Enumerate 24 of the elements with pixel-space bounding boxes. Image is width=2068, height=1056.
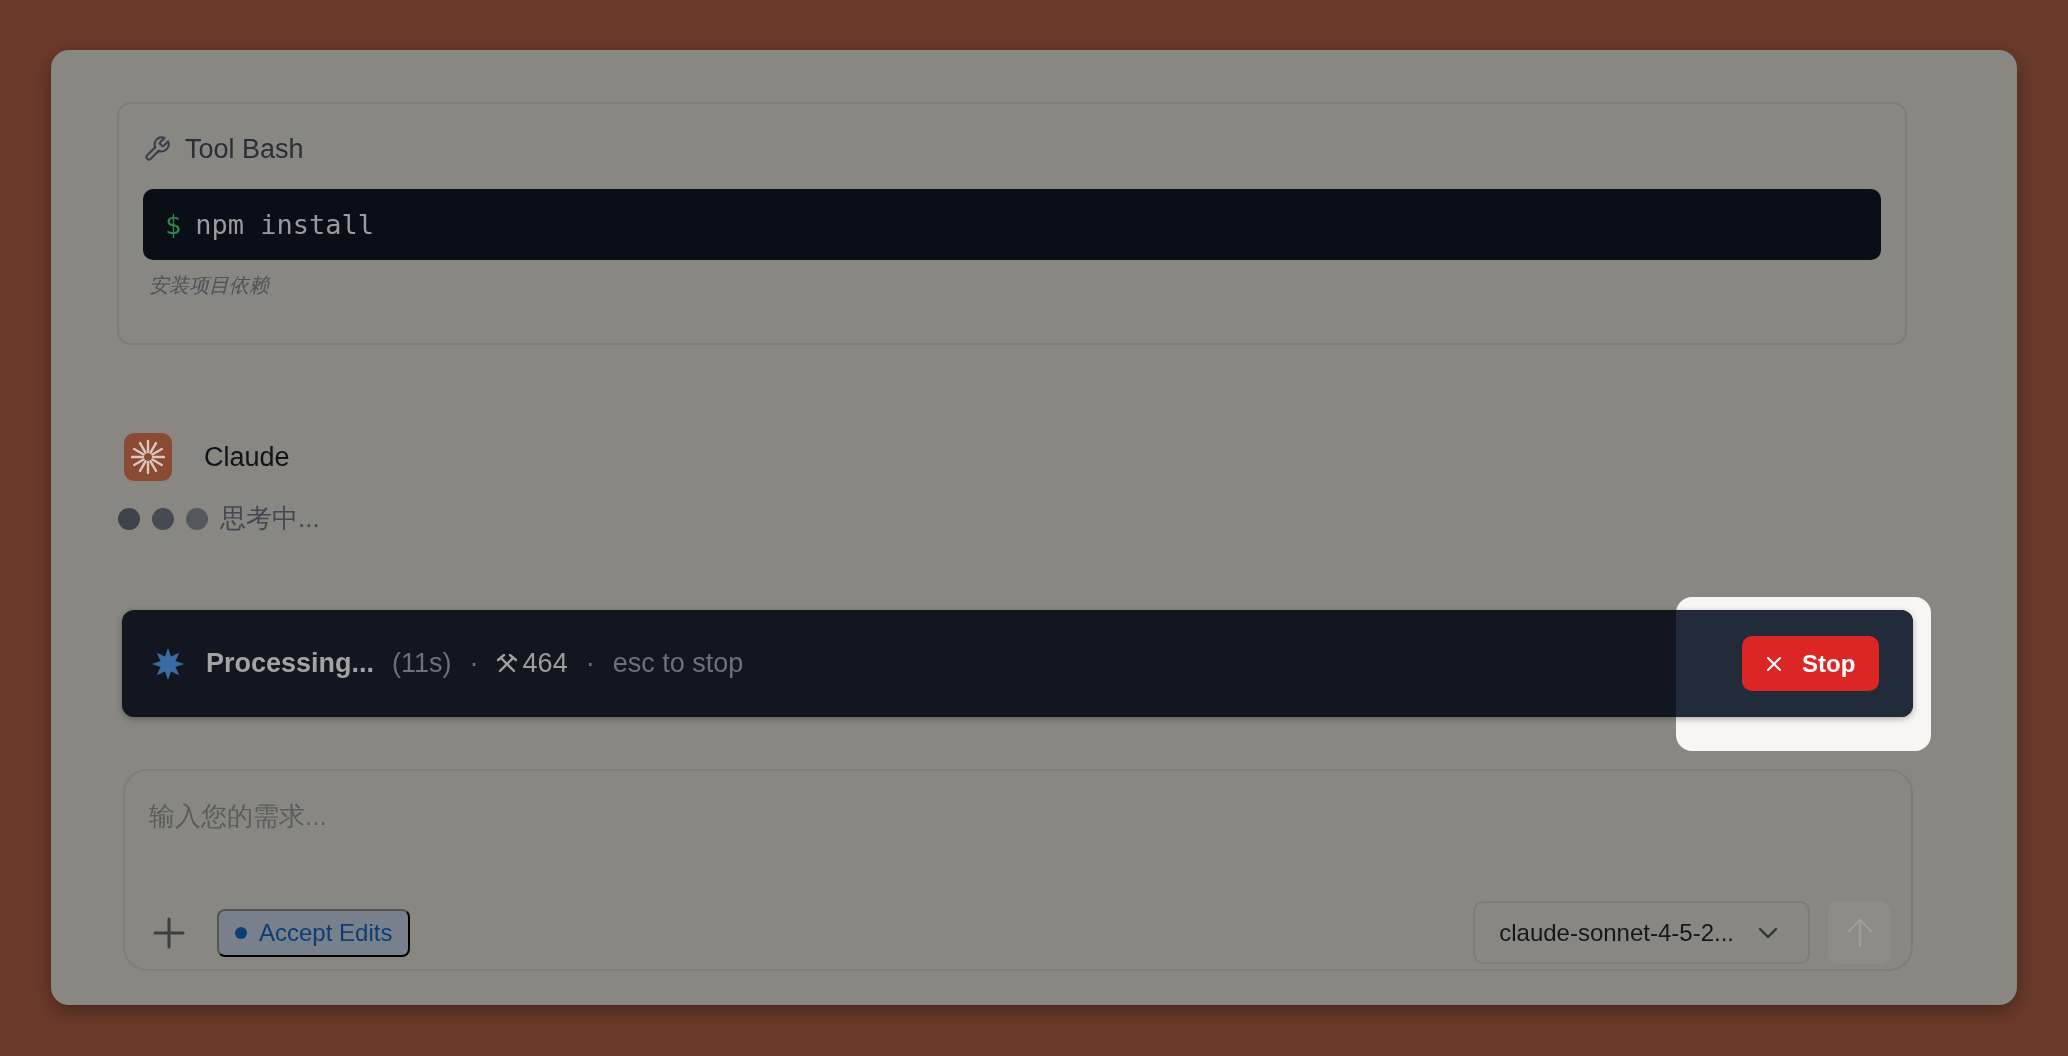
author-name: Claude <box>204 441 290 473</box>
model-dropdown[interactable]: claude-sonnet-4-5-2... <box>1473 901 1810 964</box>
close-icon <box>1766 655 1782 672</box>
dot-icon <box>235 926 247 939</box>
typing-dots-icon <box>118 506 208 531</box>
avatar-icon <box>124 433 172 481</box>
mode-badge[interactable]: Accept Edits <box>217 908 411 957</box>
command-text: npm install <box>195 209 375 240</box>
prompt-symbol: $ <box>165 209 182 240</box>
tool-title: Tool Bash <box>185 133 304 165</box>
elapsed-time: (11s) <box>392 648 452 679</box>
spinner-icon <box>152 647 184 680</box>
plus-icon <box>153 916 185 949</box>
stop-hint: esc to stop <box>612 648 744 679</box>
chevron-down-icon <box>1758 926 1778 939</box>
separator-dot: · <box>585 648 595 679</box>
stop-button[interactable]: Stop <box>1742 636 1880 691</box>
separator-dot: · <box>469 648 479 679</box>
wrench-icon <box>143 135 171 163</box>
thinking-status: 思考中... <box>220 502 320 535</box>
hammers-icon <box>496 653 517 674</box>
command-description: 安装项目依赖 <box>148 273 271 298</box>
token-count: 464 <box>522 648 568 679</box>
status-label: Processing... <box>206 648 375 679</box>
